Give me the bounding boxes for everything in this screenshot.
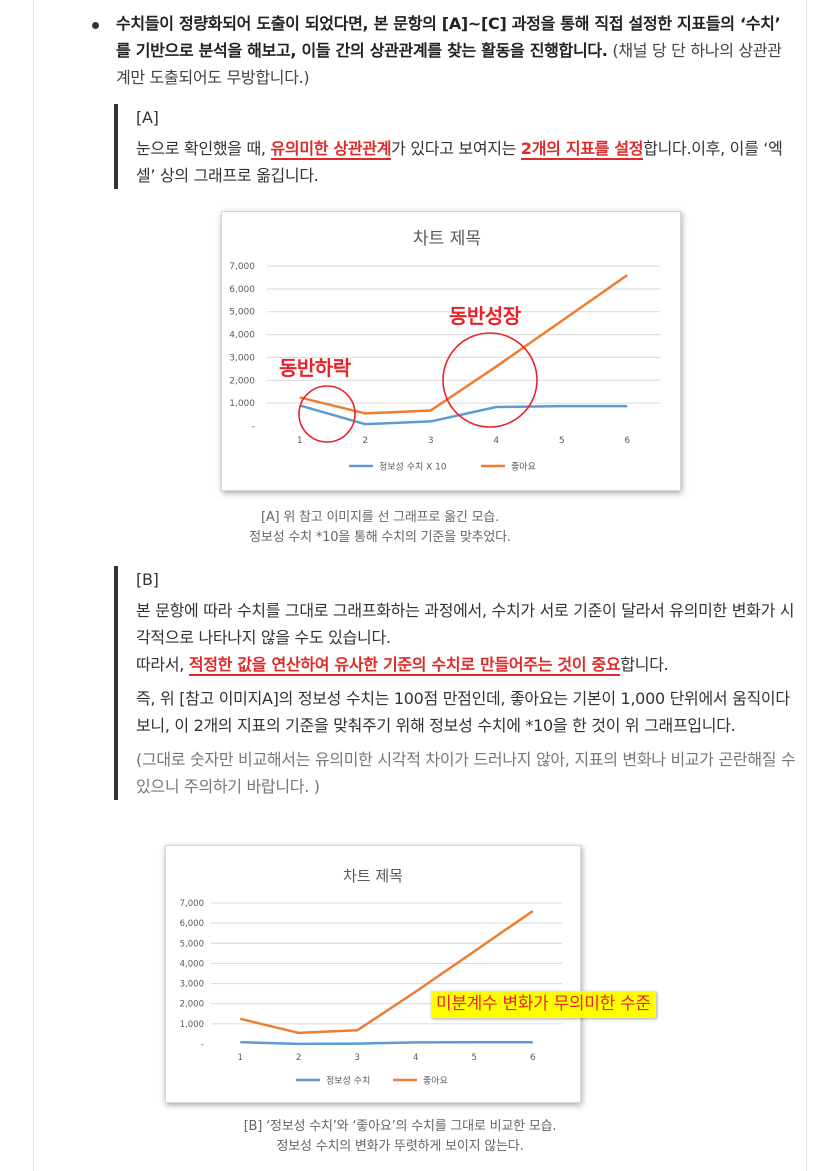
chart-a: 차트 제목 7,000 6,000 5,000 4,000 3,000 2,000 1,000…	[221, 211, 681, 491]
chart-title: 차트 제목	[413, 229, 481, 249]
bullet-text: 수치들이 정량화되어 도출이 되었다면, 본 문항의 [A]~[C] 과정을 통…	[116, 10, 786, 91]
legend-label-2: 좋아요	[423, 1076, 448, 1087]
series-line-2	[299, 274, 628, 415]
x-tick-label: 3	[355, 1053, 360, 1063]
annotation-warning: 미분계수 변화가 무의미한 수준	[431, 991, 656, 1018]
y-tick-label: 4,000	[180, 959, 204, 969]
content-border-left	[33, 0, 34, 1171]
x-tick-label: 2	[296, 1053, 301, 1063]
y-tick-label: 2,000	[180, 1000, 204, 1010]
section-b-p2-prefix: 따라서,	[136, 655, 189, 674]
content-border-right	[806, 0, 807, 1171]
annotation-growth: 동반성장	[449, 304, 521, 328]
y-tick-label: 6,000	[180, 919, 204, 929]
section-b-p4: (그대로 숫자만 비교해서는 유의미한 시각적 차이가 드러나지 않아, 지표의…	[136, 750, 796, 796]
chart-b: 차트 제목 7,000 6,000 5,000 4,000 3,000 2,000 1,000…	[165, 845, 581, 1103]
section-b-label: [B]	[136, 570, 159, 589]
y-tick-label: 7,000	[180, 899, 204, 909]
x-tick-label: 3	[428, 436, 434, 446]
y-tick-label: -	[201, 1040, 204, 1050]
section-b-p1: 본 문항에 따라 수치를 그대로 그래프화하는 과정에서, 수치가 서로 기준이…	[136, 601, 795, 647]
y-tick-label: 4,000	[229, 331, 255, 341]
caption-b: [B] ‘정보성 수치’와 ‘좋아요’의 수치를 그대로 비교한 모습. 정보성…	[190, 1117, 610, 1157]
y-tick-label: 5,000	[180, 939, 204, 949]
blockquote-a: [A] 눈으로 확인했을 때, 유의미한 상관관계가 있다고 보여지는 2개의 …	[114, 104, 796, 189]
legend-label-1: 정보성 수치	[326, 1075, 370, 1087]
y-tick-label: -	[252, 422, 255, 432]
section-a-text: 눈으로 확인했을 때, 유의미한 상관관계가 있다고 보여지는 2개의 지표를 …	[136, 135, 796, 189]
x-tick-label: 1	[238, 1053, 243, 1063]
y-tick-label: 7,000	[229, 262, 255, 272]
bullet-dot-icon	[92, 22, 99, 29]
chart-title: 차트 제목	[343, 867, 403, 885]
annotation-decline: 동반하락	[279, 356, 351, 380]
y-tick-label: 3,000	[229, 353, 255, 363]
section-a-highlight-1: 유의미한 상관관계	[270, 139, 392, 160]
y-tick-label: 6,000	[229, 285, 255, 295]
section-b-p3: 즉, 위 [참고 이미지A]의 정보성 수치는 100점 만점인데, 좋아요는 …	[136, 689, 790, 735]
chart-b-svg: 차트 제목 7,000 6,000 5,000 4,000 3,000 2,000 1,000…	[180, 867, 562, 1087]
caption-a-line-2: 정보성 수치 *10을 통해 수치의 기준을 맞추었다.	[249, 530, 511, 545]
y-tick-label: 1,000	[180, 1020, 204, 1030]
x-tick-label: 5	[472, 1053, 477, 1063]
caption-b-line-2: 정보성 수치의 변화가 뚜렷하게 보이지 않는다.	[276, 1139, 524, 1154]
section-b-highlight: 적정한 값을 연산하여 유사한 기준의 수치로 만들어주는 것이 중요	[188, 655, 621, 676]
caption-b-line-1: [B] ‘정보성 수치’와 ‘좋아요’의 수치를 그대로 비교한 모습.	[243, 1119, 557, 1134]
chart-a-svg: 차트 제목 7,000 6,000 5,000 4,000 3,000 2,000 1,000…	[229, 229, 660, 473]
y-tick-label: 3,000	[180, 980, 204, 990]
caption-a: [A] 위 참고 이미지를 선 그래프로 옮긴 모습. 정보성 수치 *10을 …	[200, 508, 560, 548]
legend-label-1: 정보성 수치 X 10	[379, 461, 447, 473]
series-line-1	[240, 1040, 533, 1046]
x-tick-label: 6	[624, 436, 630, 446]
legend-label-2: 좋아요	[511, 462, 536, 473]
x-tick-label: 5	[559, 436, 565, 446]
blockquote-b: [B] 본 문항에 따라 수치를 그대로 그래프화하는 과정에서, 수치가 서로…	[114, 566, 796, 800]
section-a-prefix: 눈으로 확인했을 때,	[136, 139, 271, 158]
caption-a-line-1: [A] 위 참고 이미지를 선 그래프로 옮긴 모습.	[260, 510, 500, 525]
y-tick-label: 2,000	[229, 376, 255, 386]
x-tick-label: 4	[413, 1053, 418, 1063]
x-tick-label: 6	[530, 1053, 535, 1063]
x-tick-label: 2	[362, 436, 368, 446]
section-a-label: [A]	[136, 108, 159, 127]
y-tick-label: 1,000	[229, 399, 255, 409]
x-tick-label: 1	[297, 436, 303, 446]
x-tick-label: 4	[493, 436, 499, 446]
section-a-mid: 가 있다고 보여지는	[391, 139, 521, 158]
section-b-p2: 따라서, 적정한 값을 연산하여 유사한 기준의 수치로 만들어주는 것이 중요…	[136, 651, 796, 678]
y-tick-label: 5,000	[229, 308, 255, 318]
section-a-highlight-2: 2개의 지표를 설정	[520, 139, 644, 160]
section-b-p2-suffix: 합니다.	[620, 655, 669, 674]
